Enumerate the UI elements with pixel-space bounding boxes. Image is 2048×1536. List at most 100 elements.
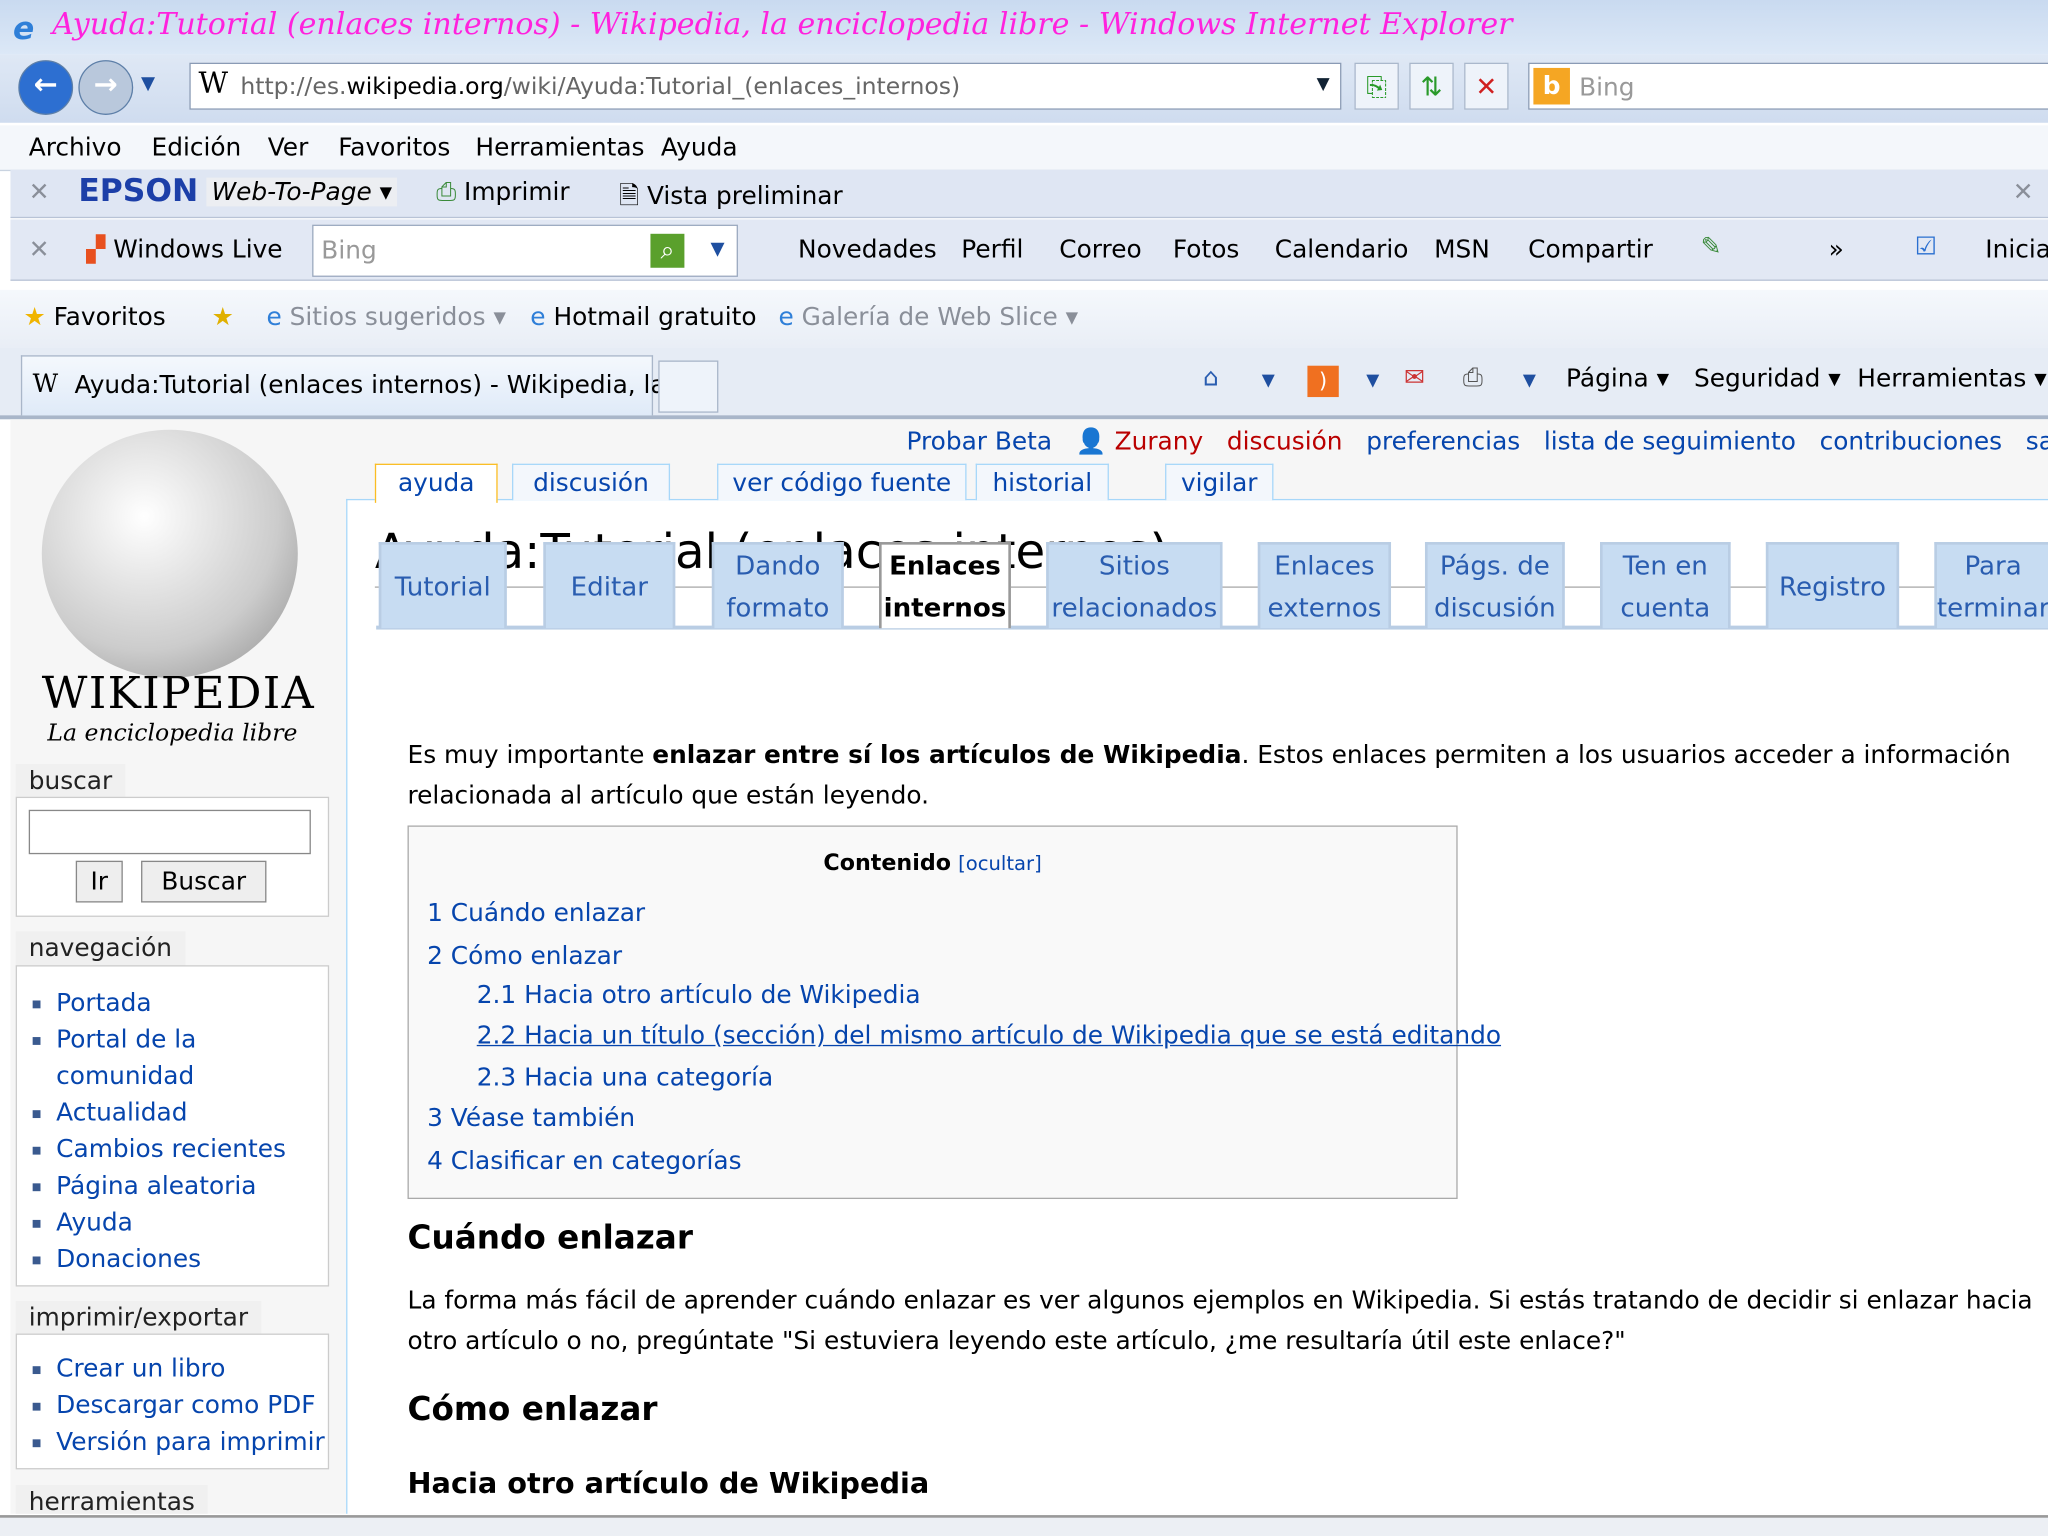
windows-live-button[interactable]: ▞ Windows Live	[86, 235, 282, 264]
tutorial-tab[interactable]: Tutorial	[378, 542, 507, 629]
user-link[interactable]: Zurany	[1115, 427, 1204, 456]
live-msn[interactable]: MSN	[1434, 235, 1490, 264]
tutorial-tab[interactable]: Sitios relacionados	[1046, 542, 1223, 629]
wiki-search-input[interactable]	[28, 809, 311, 855]
tutorial-tab[interactable]: Para terminar	[1934, 542, 2048, 629]
watchlist-link[interactable]: lista de seguimiento	[1544, 427, 1796, 456]
close-epson-toolbar-icon[interactable]: ✕	[29, 178, 50, 207]
nav-ayuda[interactable]: Ayuda	[27, 1204, 327, 1241]
create-book-link[interactable]: Crear un libro	[27, 1351, 327, 1388]
security-menu-label: Seguridad	[1694, 364, 1821, 394]
home-icon[interactable]: ⌂	[1203, 363, 1219, 392]
favorites-button[interactable]: ★ Favoritos	[24, 303, 166, 332]
printable-version-link[interactable]: Versión para imprimir	[27, 1424, 327, 1461]
vista-preliminar-button[interactable]: 🗎 Vista preliminar	[619, 178, 843, 220]
toc-item[interactable]: 2.3 Hacia una categoría	[477, 1063, 774, 1092]
live-correo[interactable]: Correo	[1059, 235, 1141, 264]
menu-archivo[interactable]: Archivo	[29, 133, 122, 162]
live-fotos[interactable]: Fotos	[1173, 235, 1239, 264]
forward-button[interactable]: →	[78, 60, 134, 115]
live-signin[interactable]: Inicia	[1985, 235, 2048, 264]
close-live-toolbar-icon[interactable]: ✕	[29, 235, 50, 264]
nav-portal-comunidad[interactable]: Portal de la comunidad	[27, 1021, 252, 1094]
menu-ayuda[interactable]: Ayuda	[661, 133, 738, 162]
home-dropdown-icon[interactable]: ▼	[1262, 371, 1275, 391]
feed-dropdown-icon[interactable]: ▼	[1366, 371, 1379, 391]
ie-icon: e	[778, 303, 794, 332]
address-dropdown-icon[interactable]: ▼	[1317, 74, 1330, 94]
rss-feed-icon[interactable]: )	[1307, 365, 1339, 398]
print-dropdown-icon[interactable]: ▼	[1523, 371, 1536, 391]
security-menu[interactable]: Seguridad ▾	[1694, 364, 1841, 393]
tab-ayuda[interactable]: ayuda	[374, 463, 498, 503]
search-box[interactable]: b Bing	[1528, 62, 2048, 110]
toc-item[interactable]: 2.2 Hacia un título (sección) del mismo …	[477, 1021, 1501, 1050]
search-icon[interactable]: ⌕	[650, 233, 685, 268]
go-button[interactable]: Ir	[75, 860, 123, 903]
tutorial-tab[interactable]: Dando formato	[711, 542, 844, 629]
download-pdf-link[interactable]: Descargar como PDF	[27, 1387, 327, 1424]
tutorial-tab[interactable]: Editar	[543, 542, 676, 629]
refresh-icon[interactable]: ⇅	[1409, 62, 1454, 110]
toc-item[interactable]: 1 Cuándo enlazar	[427, 899, 645, 928]
nav-donaciones[interactable]: Donaciones	[27, 1241, 327, 1278]
hotmail-link[interactable]: e Hotmail gratuito	[530, 303, 756, 332]
toc-item[interactable]: 2 Cómo enlazar	[427, 942, 622, 971]
tools-menu[interactable]: Herramientas ▾	[1857, 364, 2046, 393]
browser-tab-active[interactable]: W Ayuda:Tutorial (enlaces internos) - Wi…	[20, 355, 697, 416]
suggested-sites-label: Sitios sugeridos	[289, 303, 486, 332]
nav-actualidad[interactable]: Actualidad	[27, 1095, 327, 1132]
toc-item[interactable]: 2.1 Hacia otro artículo de Wikipedia	[477, 981, 921, 1010]
address-bar[interactable]: W http://es.wikipedia.org/wiki/Ayuda:Tut…	[189, 62, 1342, 110]
add-favorite-icon[interactable]: ★	[212, 303, 234, 332]
tutorial-tab[interactable]: Enlaces externos	[1257, 542, 1392, 629]
close-toolbar-right-icon[interactable]: ✕	[2013, 178, 2034, 207]
tab-vigilar[interactable]: vigilar	[1165, 463, 1274, 501]
new-tab-button[interactable]	[658, 360, 719, 413]
imprimir-button[interactable]: ⎙ Imprimir	[436, 178, 569, 207]
live-perfil[interactable]: Perfil	[961, 235, 1023, 264]
logout-link[interactable]: sa	[2026, 427, 2048, 456]
back-button[interactable]: ←	[18, 60, 74, 115]
user-talk-link[interactable]: discusión	[1227, 427, 1343, 456]
menu-favoritos[interactable]: Favoritos	[338, 133, 450, 162]
checklist-icon[interactable]: ☑	[1915, 232, 1937, 261]
nav-pagina-aleatoria[interactable]: Página aleatoria	[27, 1168, 327, 1205]
live-calendario[interactable]: Calendario	[1275, 235, 1409, 264]
toc-item[interactable]: 3 Véase también	[427, 1104, 635, 1133]
stop-icon[interactable]: ✕	[1464, 62, 1509, 110]
menu-ver[interactable]: Ver	[268, 133, 309, 162]
web-slice-gallery-button[interactable]: e Galería de Web Slice ▾	[778, 303, 1078, 332]
search-button[interactable]: Buscar	[141, 860, 267, 903]
menu-herramientas[interactable]: Herramientas	[475, 133, 644, 162]
toc-item[interactable]: 4 Clasificar en categorías	[427, 1147, 741, 1176]
read-mail-icon[interactable]: ✉	[1404, 363, 1425, 392]
page-menu[interactable]: Página ▾	[1566, 364, 1669, 393]
share-icon[interactable]: ✎	[1701, 232, 1722, 261]
contributions-link[interactable]: contribuciones	[1820, 427, 2003, 456]
live-novedades[interactable]: Novedades	[798, 235, 937, 264]
tutorial-tab[interactable]: Ten en cuenta	[1599, 542, 1731, 629]
nav-cambios-recientes[interactable]: Cambios recientes	[27, 1131, 327, 1168]
tab-historial[interactable]: historial	[975, 463, 1109, 501]
preferences-link[interactable]: preferencias	[1366, 427, 1520, 456]
try-beta-link[interactable]: Probar Beta	[906, 427, 1052, 456]
menu-edicion[interactable]: Edición	[152, 133, 242, 162]
live-search-input[interactable]: Bing ⌕ ▼	[312, 224, 738, 277]
search-dropdown-icon[interactable]: ▼	[711, 239, 725, 260]
web-to-page-button[interactable]: Web-To-Page ▾	[206, 177, 398, 207]
wikipedia-globe-logo[interactable]	[41, 429, 298, 678]
tutorial-tab[interactable]: Págs. de discusión	[1424, 542, 1565, 629]
suggested-sites-button[interactable]: e Sitios sugeridos ▾	[266, 303, 505, 332]
print-icon[interactable]: ⎙	[1463, 363, 1483, 392]
history-dropdown-icon[interactable]: ▼	[141, 73, 155, 94]
more-chevron[interactable]: »	[1829, 235, 1844, 264]
tutorial-tab[interactable]: Enlaces internos	[879, 542, 1011, 629]
live-compartir[interactable]: Compartir	[1528, 235, 1653, 264]
tutorial-tab[interactable]: Registro	[1765, 542, 1900, 629]
compat-view-icon[interactable]: ⎘	[1354, 62, 1399, 110]
tab-discusion[interactable]: discusión	[511, 463, 671, 501]
tab-ver-codigo[interactable]: ver código fuente	[717, 463, 967, 501]
nav-portada[interactable]: Portada	[27, 985, 327, 1022]
toc-hide-link[interactable]: [ocultar]	[958, 852, 1042, 876]
